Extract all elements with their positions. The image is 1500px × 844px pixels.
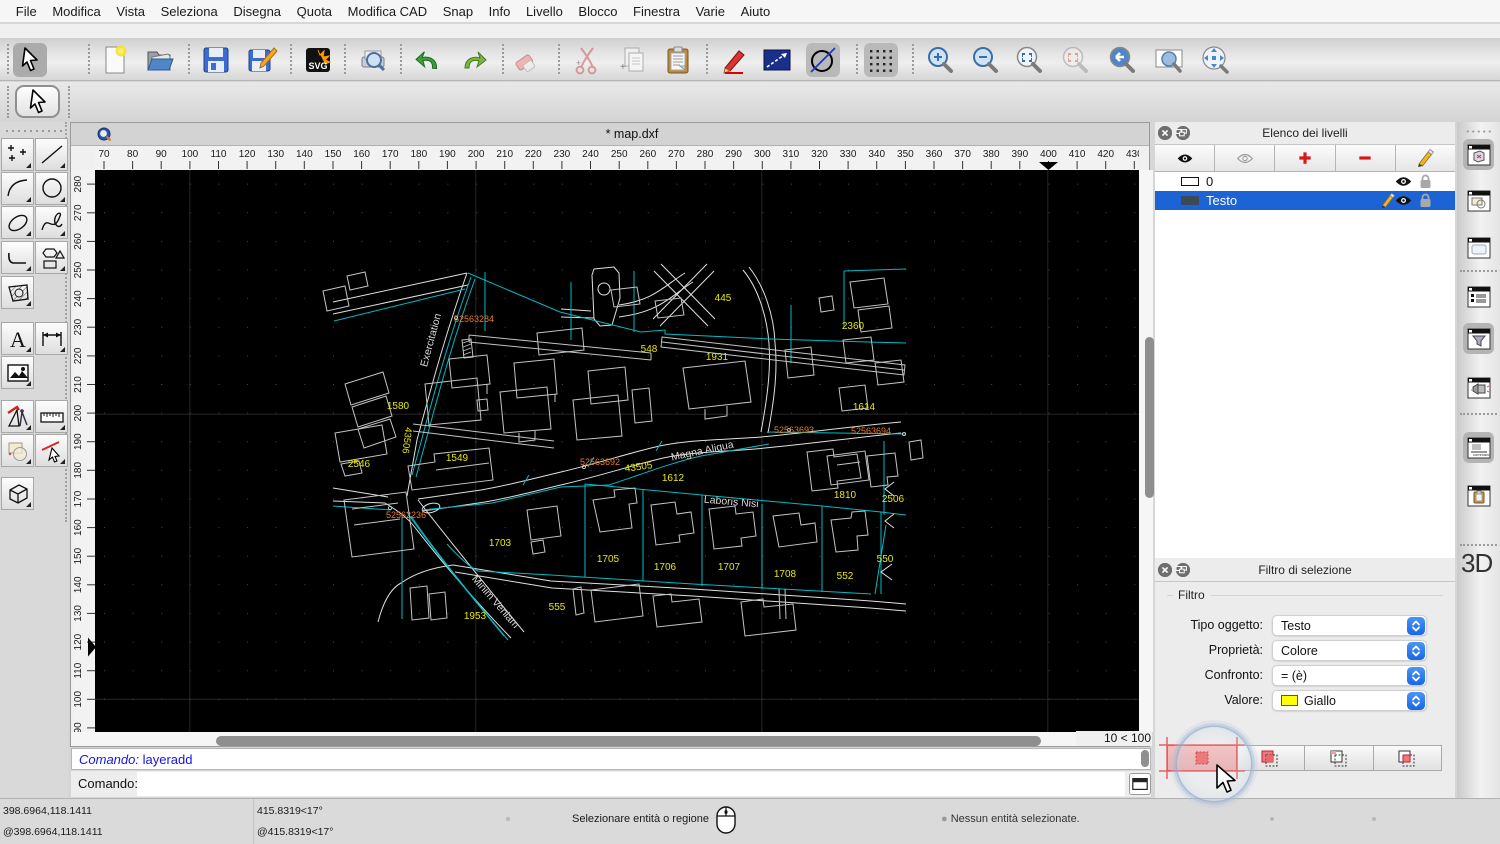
svg-text:command: command: [1473, 452, 1491, 457]
svg-text:140: 140: [73, 576, 84, 593]
svg-text:270: 270: [73, 204, 84, 221]
svg-text:445: 445: [715, 293, 732, 304]
svg-text:52563692: 52563692: [580, 457, 620, 467]
svg-text:1810: 1810: [834, 490, 857, 501]
svg-text:160: 160: [353, 149, 370, 160]
svg-text:170: 170: [382, 149, 399, 160]
svg-text:100: 100: [73, 691, 84, 708]
svg-text:290: 290: [725, 149, 742, 160]
svg-text:110: 110: [211, 149, 227, 160]
svg-text:200: 200: [73, 404, 84, 421]
svg-text:400: 400: [1040, 149, 1057, 160]
svg-text:210: 210: [496, 149, 513, 160]
svg-text:190: 190: [73, 433, 84, 450]
svg-text:1549: 1549: [446, 453, 469, 464]
svg-text:420: 420: [1097, 149, 1114, 160]
svg-text:552: 552: [837, 571, 854, 582]
svg-text:90: 90: [73, 722, 84, 732]
svg-text:1708: 1708: [774, 569, 797, 580]
svg-text:320: 320: [811, 149, 828, 160]
svg-text:43505: 43505: [624, 460, 654, 475]
svg-text:SVG: SVG: [308, 61, 327, 71]
svg-text:1706: 1706: [654, 562, 677, 573]
svg-text:2546: 2546: [348, 459, 371, 470]
svg-text:52563694: 52563694: [851, 426, 891, 436]
svg-text:100: 100: [182, 149, 199, 160]
svg-text:150: 150: [73, 547, 84, 564]
svg-text:300: 300: [754, 149, 771, 160]
svg-text:+: +: [620, 62, 626, 73]
svg-text:140: 140: [296, 149, 313, 160]
svg-text:2360: 2360: [842, 321, 865, 332]
svg-text:1705: 1705: [597, 554, 620, 565]
svg-text:70: 70: [98, 149, 110, 160]
svg-text:+: +: [576, 58, 581, 68]
svg-text:390: 390: [1011, 149, 1028, 160]
svg-text:280: 280: [697, 149, 714, 160]
svg-text:130: 130: [267, 149, 284, 160]
svg-text:260: 260: [73, 233, 84, 250]
svg-text:550: 550: [877, 554, 894, 565]
svg-text:110: 110: [73, 662, 84, 678]
svg-text:230: 230: [554, 149, 571, 160]
svg-text:52563693: 52563693: [774, 425, 814, 435]
svg-text:150: 150: [325, 149, 342, 160]
svg-text:1614: 1614: [853, 402, 876, 413]
svg-text:555: 555: [549, 602, 566, 613]
svg-text:250: 250: [611, 149, 628, 160]
svg-text:2506: 2506: [882, 494, 905, 505]
svg-text:260: 260: [639, 149, 656, 160]
svg-text:1953: 1953: [464, 611, 487, 622]
svg-text:120: 120: [73, 633, 84, 650]
svg-text:Laboris Nisi: Laboris Nisi: [703, 494, 759, 511]
svg-text:360: 360: [926, 149, 943, 160]
svg-text:380: 380: [983, 149, 1000, 160]
svg-text:A: A: [10, 327, 26, 352]
svg-text:120: 120: [239, 149, 256, 160]
svg-text:280: 280: [73, 175, 84, 192]
svg-text:220: 220: [73, 347, 84, 364]
svg-text:370: 370: [954, 149, 971, 160]
svg-text:340: 340: [868, 149, 885, 160]
svg-text:430: 430: [1126, 149, 1139, 160]
svg-text:220: 220: [525, 149, 542, 160]
svg-text:52562236: 52562236: [386, 510, 426, 520]
svg-text:1580: 1580: [387, 401, 410, 412]
svg-text:330: 330: [840, 149, 857, 160]
svg-text:Exercitation: Exercitation: [418, 312, 444, 368]
svg-text:270: 270: [668, 149, 685, 160]
svg-text:80: 80: [127, 149, 139, 160]
svg-text:210: 210: [73, 376, 84, 393]
svg-text:180: 180: [410, 149, 427, 160]
svg-text:180: 180: [73, 462, 84, 479]
svg-text:170: 170: [73, 490, 84, 507]
svg-text:350: 350: [897, 149, 914, 160]
svg-text:90: 90: [156, 149, 168, 160]
svg-text:200: 200: [468, 149, 485, 160]
svg-text:410: 410: [1069, 149, 1086, 160]
svg-text:548: 548: [641, 344, 658, 355]
svg-text:130: 130: [73, 605, 84, 622]
svg-text:190: 190: [439, 149, 456, 160]
svg-text:1703: 1703: [489, 538, 512, 549]
svg-text:1931: 1931: [706, 352, 729, 363]
svg-text:250: 250: [73, 261, 84, 278]
svg-text:310: 310: [783, 149, 800, 160]
svg-text:160: 160: [73, 519, 84, 536]
svg-text:230: 230: [73, 318, 84, 335]
svg-text:52563284: 52563284: [454, 314, 494, 324]
svg-text:43506: 43506: [399, 427, 413, 455]
svg-text:1707: 1707: [718, 562, 741, 573]
svg-text:1612: 1612: [662, 473, 685, 484]
svg-text:240: 240: [582, 149, 599, 160]
svg-text:240: 240: [73, 290, 84, 307]
